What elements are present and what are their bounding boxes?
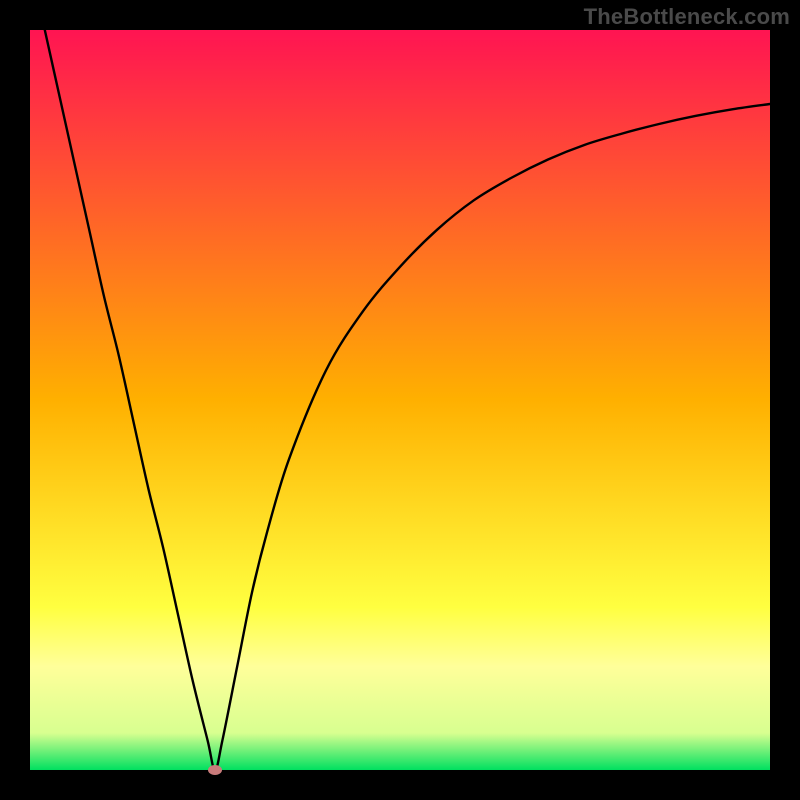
chart-stage: TheBottleneck.com <box>0 0 800 800</box>
minimum-marker <box>208 765 222 775</box>
bottleneck-chart <box>0 0 800 800</box>
watermark-text: TheBottleneck.com <box>584 4 790 30</box>
plot-background <box>30 30 770 770</box>
